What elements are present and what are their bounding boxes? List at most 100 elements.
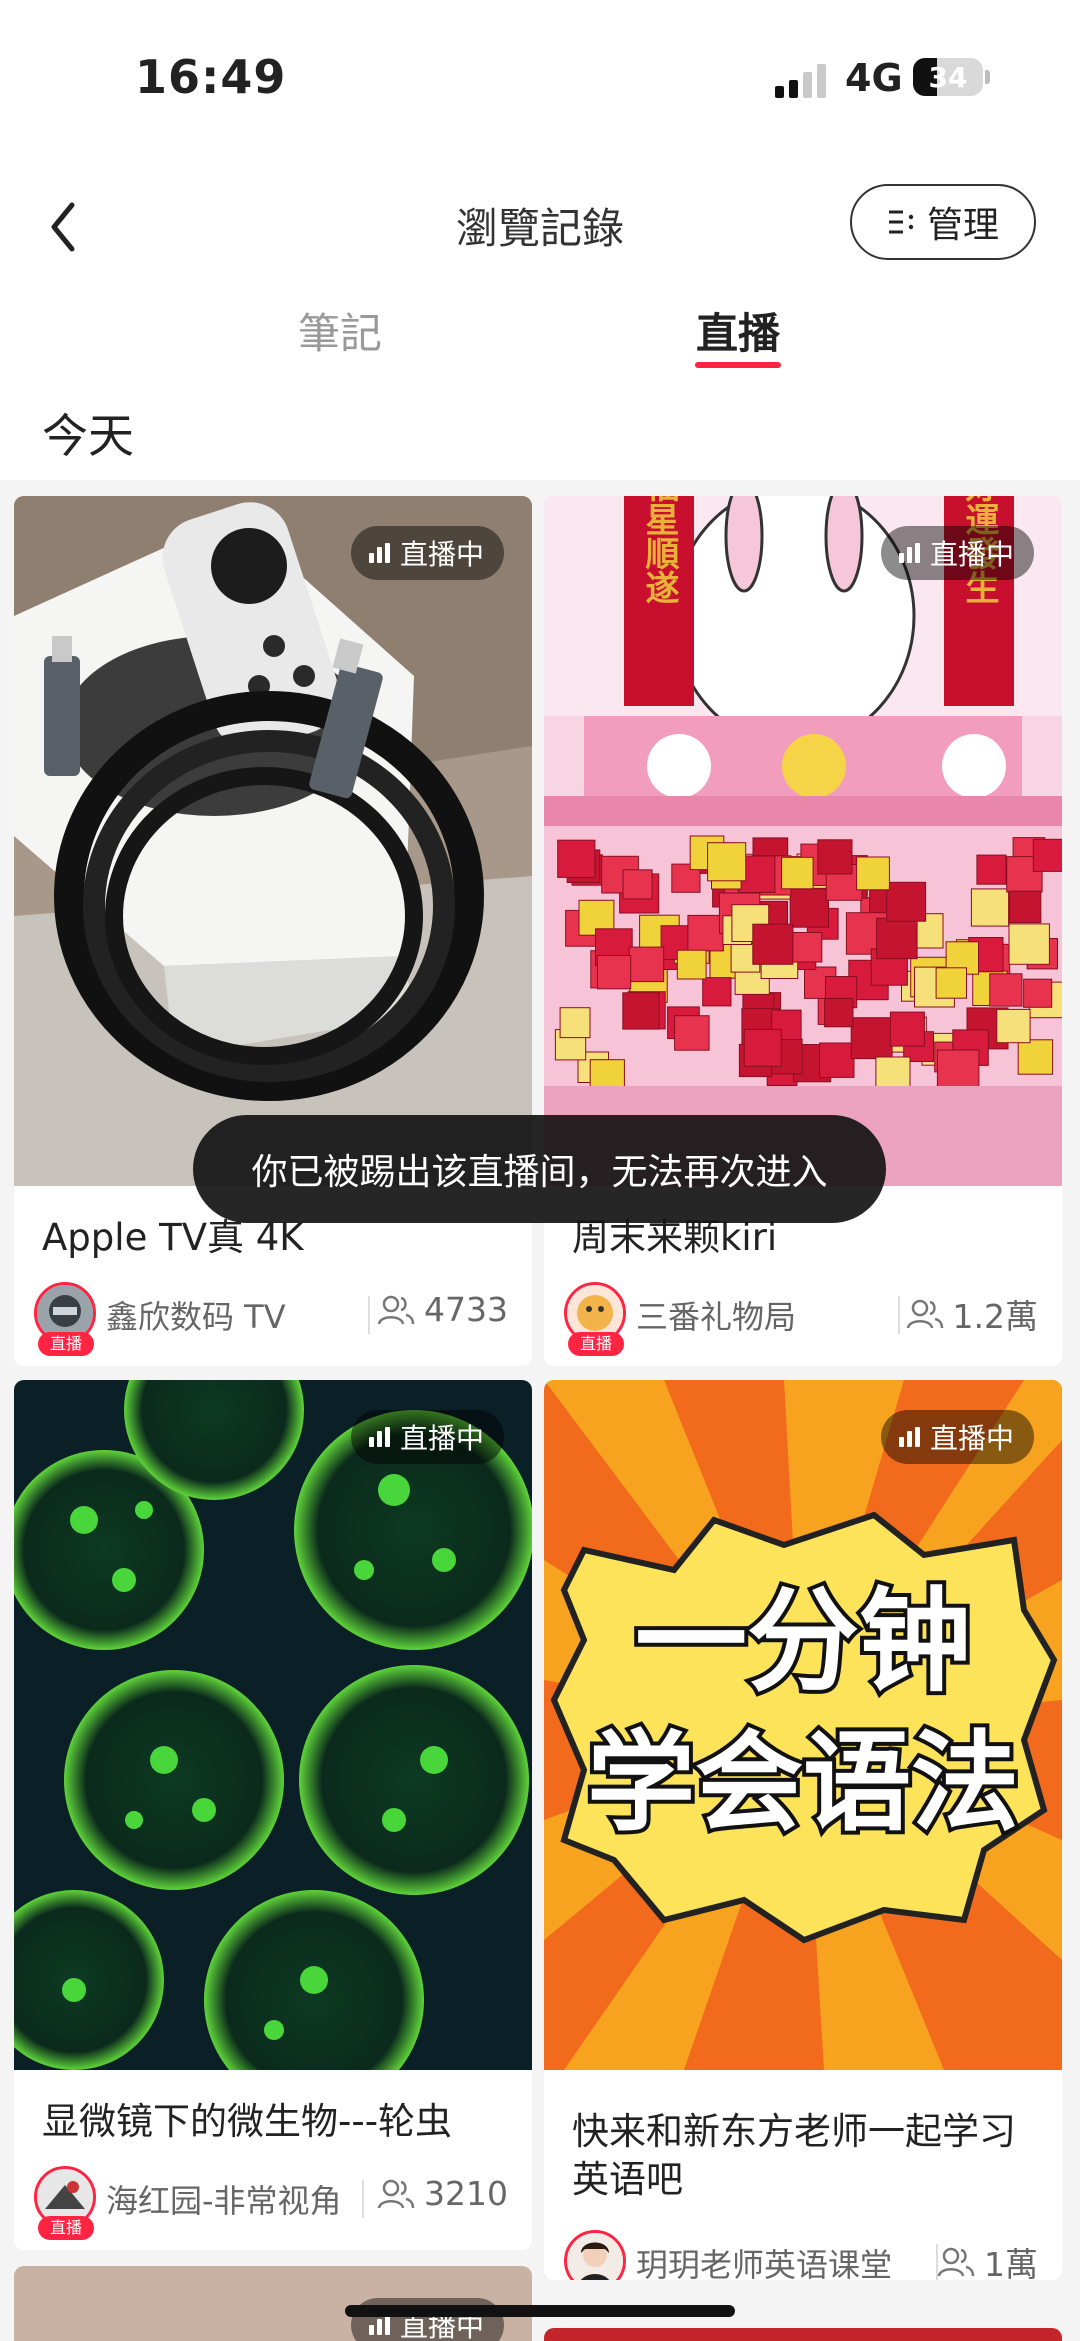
- gift-cube: [850, 1017, 893, 1060]
- gift-cube: [674, 1015, 710, 1051]
- live-cover-image: 一分钟 学会语法 直播中: [544, 1380, 1062, 2070]
- battery-cap: [985, 70, 990, 84]
- live-badge-label: 直播中: [399, 538, 484, 571]
- active-tab-indicator: [695, 362, 781, 368]
- live-status-badge: 直播中: [880, 1410, 1034, 1464]
- live-badge-label: 直播中: [929, 538, 1014, 571]
- meta-divider: [362, 2180, 364, 2218]
- author-name[interactable]: 海红园-非常视角: [106, 2176, 342, 2222]
- gift-cube: [976, 854, 1007, 885]
- live-meta: 直播 三番礼物局 1.2萬: [564, 1282, 1038, 1356]
- gift-cube: [996, 1008, 1031, 1044]
- gift-cube: [707, 842, 747, 882]
- gift-cube: [817, 839, 853, 875]
- status-time: 16:49: [135, 50, 287, 104]
- author-name[interactable]: 鑫欣数码 TV: [106, 1292, 286, 1338]
- gift-cube: [596, 955, 632, 990]
- gift-cube: [970, 888, 1010, 927]
- live-card[interactable]: 福星順遂 好運發生 直播中 周末来颗kiri 直播 三番礼物局 1.2萬: [544, 496, 1062, 1366]
- gift-cube: [989, 973, 1023, 1007]
- live-meta: 直播 玥玥老师英语课堂 1萬: [564, 2230, 1038, 2280]
- gift-cube: [1032, 838, 1062, 872]
- gift-cube: [789, 888, 829, 928]
- live-bars-icon: [898, 1427, 920, 1447]
- live-meta: 直播 海红园-非常视角 3210: [34, 2166, 508, 2240]
- avatar[interactable]: [564, 2230, 626, 2280]
- live-card[interactable]: 直播中: [14, 2266, 532, 2341]
- viewer-count-value: 1萬: [984, 2245, 1038, 2280]
- meta-divider: [898, 1296, 900, 1334]
- viewer-count: 1.2萬: [905, 1290, 1038, 1338]
- live-tag: 直播: [568, 1332, 624, 1356]
- viewer-count: 4733: [376, 1290, 508, 1329]
- live-bars-icon: [368, 543, 390, 563]
- gift-cube: [1023, 978, 1053, 1008]
- gift-cube: [1017, 1039, 1054, 1075]
- live-card[interactable]: [544, 2328, 1062, 2341]
- gift-cube: [781, 856, 814, 890]
- battery-level: 34: [928, 61, 968, 94]
- live-card[interactable]: 一分钟 学会语法 直播中 快来和新东方老师一起学习英语吧 直播 玥玥老师英语课堂…: [544, 1380, 1062, 2280]
- live-badge-label: 直播中: [929, 1422, 1014, 1455]
- live-meta: 直播 鑫欣数码 TV 4733: [34, 1282, 508, 1356]
- manage-label: 管理: [926, 205, 999, 246]
- author-name[interactable]: 玥玥老师英语课堂: [636, 2240, 892, 2280]
- toast-message: 你已被踢出该直播间，无法再次进入: [193, 1115, 886, 1223]
- page-header: 瀏覽記錄 管理 筆記 直播 今天: [0, 150, 1080, 480]
- gift-cube: [936, 1049, 980, 1092]
- gift-cube: [876, 917, 918, 960]
- live-status-badge: 直播中: [880, 526, 1034, 580]
- viewer-count: 3210: [376, 2174, 508, 2213]
- live-cover-image: 直播中: [14, 2266, 532, 2341]
- gift-cube: [702, 977, 732, 1007]
- gift-cube: [856, 856, 890, 891]
- live-title: 显微镜下的微生物---轮虫: [42, 2100, 453, 2143]
- viewers-icon: [906, 1299, 943, 1329]
- gift-cube: [889, 1011, 925, 1047]
- gift-cube: [752, 923, 794, 965]
- viewers-icon: [377, 2179, 415, 2208]
- author-name[interactable]: 三番礼物局: [636, 1292, 796, 1338]
- live-bars-icon: [898, 543, 920, 563]
- gift-cube: [886, 881, 927, 922]
- browsing-history-screen: 16:49 4G 34 瀏覽記錄 管理 筆記 直播 今天 直播中 Apple T…: [0, 0, 1080, 2341]
- battery-icon: 34: [913, 58, 983, 96]
- viewers-icon: [377, 1295, 415, 1324]
- list-settings-icon: [888, 210, 914, 234]
- live-badge-label: 直播中: [399, 1422, 484, 1455]
- viewer-count: 1萬: [936, 2238, 1038, 2280]
- gift-cube: [622, 992, 660, 1030]
- live-bars-icon: [368, 1427, 390, 1447]
- network-type: 4G: [845, 56, 903, 100]
- gift-cube: [676, 949, 707, 980]
- live-status-badge: 直播中: [350, 1410, 504, 1464]
- status-bar: 16:49 4G 34: [0, 0, 1080, 150]
- gift-cube: [824, 997, 854, 1028]
- viewer-count-value: 4733: [424, 1290, 508, 1329]
- viewer-count-value: 1.2萬: [952, 1297, 1038, 1336]
- home-indicator[interactable]: [345, 2305, 735, 2317]
- tab-live[interactable]: 直播: [658, 300, 818, 361]
- viewers-icon: [937, 2247, 975, 2277]
- live-cover-image: 福星順遂 好運發生 直播中: [544, 496, 1062, 1186]
- gift-cube: [559, 1007, 591, 1039]
- manage-button[interactable]: 管理: [850, 184, 1036, 260]
- gift-cube: [1008, 923, 1050, 965]
- live-card[interactable]: 直播中 Apple TV真 4K 直播 鑫欣数码 TV 4733: [14, 496, 532, 1366]
- live-card[interactable]: 直播中 显微镜下的微生物---轮虫 直播 海红园-非常视角 3210: [14, 1380, 532, 2250]
- gift-banner-left-text: 福星順遂: [639, 496, 680, 604]
- gift-cube: [743, 1028, 782, 1067]
- viewer-count-value: 3210: [424, 2174, 508, 2213]
- gift-cube: [1008, 890, 1042, 924]
- cover-headline-line1: 一分钟: [635, 1577, 971, 1707]
- gift-cube: [875, 1056, 911, 1092]
- gift-cube: [622, 869, 653, 900]
- live-cover-image: 直播中: [14, 1380, 532, 2070]
- signal-strength-icon: [775, 62, 835, 98]
- live-tag: 直播: [38, 2216, 94, 2240]
- gift-cube: [791, 932, 823, 963]
- gift-cube: [819, 1042, 855, 1078]
- tab-notes[interactable]: 筆記: [260, 300, 420, 361]
- meta-divider: [368, 1296, 370, 1334]
- cover-headline-line2: 学会语法: [587, 1721, 1019, 1846]
